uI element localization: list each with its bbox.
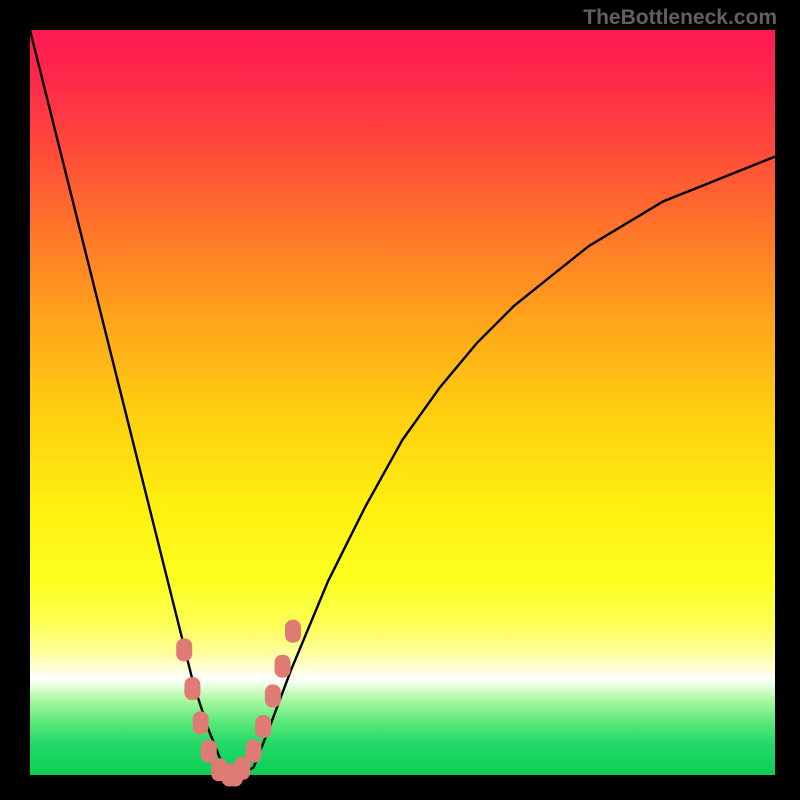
curve-marker (275, 655, 290, 677)
curve-marker (177, 639, 192, 661)
chart-frame: TheBottleneck.com (0, 0, 800, 800)
marker-group (177, 620, 301, 786)
chart-svg (30, 30, 775, 775)
bottleneck-curve (30, 30, 775, 775)
curve-marker (265, 685, 280, 707)
curve-marker (193, 712, 208, 734)
curve-marker (256, 716, 271, 738)
plot-area (30, 30, 775, 775)
curve-marker (246, 740, 261, 762)
watermark-text: TheBottleneck.com (583, 6, 777, 30)
curve-marker (185, 678, 200, 700)
curve-marker (235, 757, 250, 779)
curve-marker (201, 740, 216, 762)
curve-marker (285, 620, 300, 642)
